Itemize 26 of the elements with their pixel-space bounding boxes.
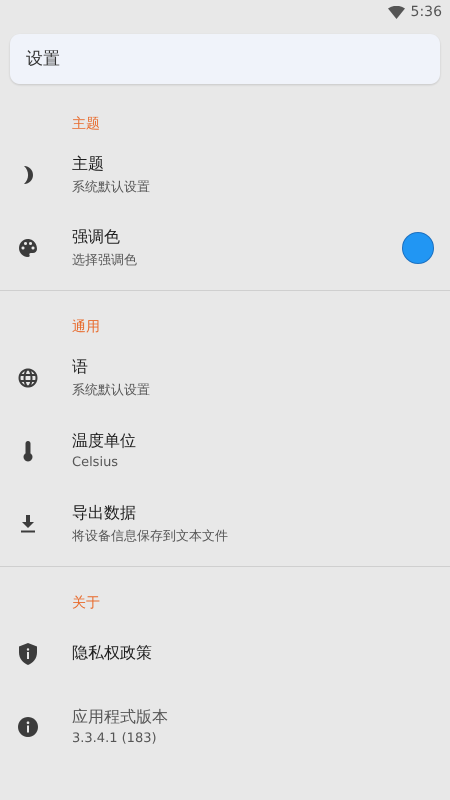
- download-icon: [20, 514, 36, 532]
- setting-subtitle: 选择强调色: [72, 252, 138, 268]
- setting-subtitle: 系统默认设置: [72, 382, 151, 398]
- wifi-icon: [388, 6, 405, 18]
- search-field[interactable]: 设置: [10, 34, 440, 84]
- setting-title[interactable]: 隐私权政策: [72, 643, 434, 664]
- thermometer-icon: [23, 440, 33, 462]
- status-time: 5:36: [410, 4, 442, 20]
- setting-subtitle: 将设备信息保存到文本文件: [72, 528, 229, 544]
- setting-subtitle: 3.3.4.1 (183): [72, 731, 158, 746]
- setting-title[interactable]: 强调色: [72, 226, 402, 248]
- setting-title[interactable]: 导出数据: [72, 502, 434, 524]
- info-icon: [18, 716, 38, 736]
- setting-title[interactable]: 温度单位: [72, 431, 434, 452]
- setting-title[interactable]: 语: [72, 356, 434, 378]
- palette-icon: [18, 238, 38, 258]
- section-header: 通用: [71, 318, 101, 337]
- setting-subtitle: 系统默认设置: [72, 178, 151, 196]
- setting-title[interactable]: 主题: [72, 154, 434, 174]
- globe-icon: [18, 368, 38, 388]
- setting-subtitle: Celsius: [72, 455, 120, 470]
- section-header: 关于: [71, 594, 101, 613]
- shield-icon: [19, 642, 37, 664]
- accent-swatch[interactable]: [402, 232, 434, 264]
- section-header: 主题: [71, 115, 101, 134]
- moon-icon: [21, 164, 35, 184]
